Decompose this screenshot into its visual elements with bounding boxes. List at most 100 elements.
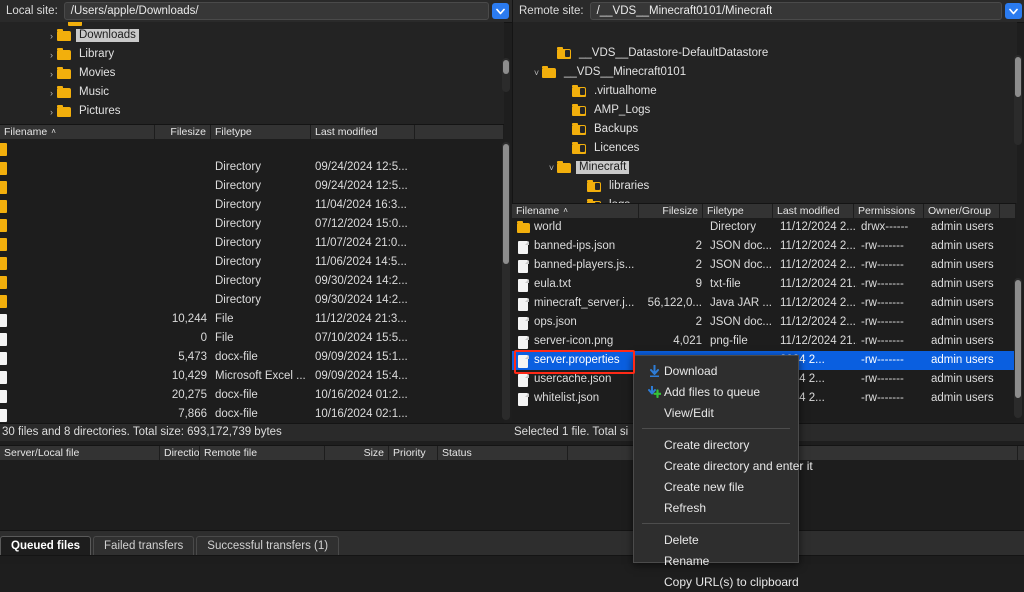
remote-path-combo[interactable]: /__VDS__Minecraft0101/Minecraft xyxy=(590,2,1002,20)
table-row[interactable]: Directory09/30/2024 14:2... xyxy=(0,291,504,310)
column-header-filename[interactable]: Filename˄ xyxy=(0,125,155,139)
table-row[interactable]: Directory09/24/2024 12:5... xyxy=(0,177,504,196)
tree-expander-icon[interactable]: › xyxy=(46,107,57,117)
column-header-filesize[interactable]: Filesize xyxy=(639,204,703,218)
menu-item-label: Download xyxy=(664,364,717,378)
table-row[interactable] xyxy=(0,139,504,158)
tree-expander-icon[interactable]: › xyxy=(46,50,57,60)
local-file-list[interactable]: Directory09/24/2024 12:5...Directory09/2… xyxy=(0,139,504,423)
table-row[interactable]: Directory09/24/2024 12:5... xyxy=(0,158,504,177)
column-header-filesize[interactable]: Filesize xyxy=(155,125,211,139)
remote-directory-tree[interactable]: __VDS__Datastore-DefaultDatastore˅__VDS_… xyxy=(512,22,1017,203)
tree-item[interactable]: ›Library xyxy=(0,45,504,64)
table-row[interactable]: Directory11/06/2024 14:5... xyxy=(0,253,504,272)
table-row[interactable]: eula.txt9txt-file11/12/2024 21...-rw----… xyxy=(512,275,1016,294)
cell-filetype: txt-file xyxy=(706,275,776,294)
cell-filename: ops.json xyxy=(530,313,642,332)
cell-filetype: Directory xyxy=(706,218,776,237)
column-header-priority[interactable]: Priority xyxy=(389,446,438,461)
table-row[interactable]: 0File07/10/2024 15:5... xyxy=(0,329,504,348)
column-header-owner-group[interactable]: Owner/Group xyxy=(924,204,1000,218)
tab-successful-transfers-1[interactable]: Successful transfers (1) xyxy=(196,536,339,556)
cell-filetype: Directory xyxy=(211,272,311,291)
tree-item[interactable]: libraries xyxy=(513,177,1017,196)
tree-expander-icon[interactable]: › xyxy=(46,88,57,98)
menu-item[interactable]: Copy URL(s) to clipboard xyxy=(634,571,798,592)
cell-filesize: 2 xyxy=(642,313,706,332)
table-row[interactable]: Directory11/07/2024 21:0... xyxy=(0,234,504,253)
table-row[interactable]: minecraft_server.j...56,122,0...Java JAR… xyxy=(512,294,1016,313)
column-header-direction[interactable]: Direction xyxy=(160,446,200,461)
local-list-scrollbar[interactable] xyxy=(502,142,510,420)
tree-item[interactable]: AMP_Logs xyxy=(513,101,1017,120)
tree-item[interactable]: .virtualhome xyxy=(513,82,1017,101)
column-header-filetype[interactable]: Filetype xyxy=(211,125,311,139)
tree-item[interactable]: ›Downloads xyxy=(0,26,504,45)
column-header-status[interactable]: Status xyxy=(438,446,568,461)
transfer-queue-list[interactable] xyxy=(0,460,1024,530)
tree-expander-icon[interactable]: ˅ xyxy=(531,68,542,78)
table-row[interactable]: 20,275docx-file10/16/2024 01:2... xyxy=(0,386,504,405)
table-row[interactable]: 10,429Microsoft Excel ...09/09/2024 15:4… xyxy=(0,367,504,386)
menu-item[interactable]: Create directory and enter it xyxy=(634,455,798,476)
column-header-spacer[interactable] xyxy=(415,125,504,139)
column-header-permissions[interactable]: Permissions xyxy=(854,204,924,218)
menu-item[interactable]: Rename xyxy=(634,550,798,571)
remote-list-scrollbar[interactable] xyxy=(1014,278,1022,418)
tab-queued-files[interactable]: Queued files xyxy=(0,536,91,556)
remote-tree-scrollbar[interactable] xyxy=(1014,55,1022,145)
local-directory-tree[interactable]: ›Downloads›Library›Movies›Music›Pictures… xyxy=(0,22,504,124)
tree-item[interactable]: ›Movies xyxy=(0,64,504,83)
tree-item-label: .virtualhome xyxy=(591,85,660,98)
local-tree-scrollbar[interactable] xyxy=(502,58,510,92)
table-row[interactable]: ops.json2JSON doc...11/12/2024 2...-rw--… xyxy=(512,313,1016,332)
cell-last-modified: 07/12/2024 15:0... xyxy=(311,215,415,234)
tree-expander-icon[interactable]: › xyxy=(46,31,57,41)
menu-item[interactable]: Add files to queue xyxy=(634,381,798,402)
table-row[interactable]: worldDirectory11/12/2024 2...drwx------a… xyxy=(512,218,1016,237)
column-header-spacer[interactable] xyxy=(1000,204,1016,218)
tab-failed-transfers[interactable]: Failed transfers xyxy=(93,536,194,556)
table-row[interactable]: 7,866docx-file10/16/2024 02:1... xyxy=(0,405,504,423)
table-row[interactable]: Directory07/12/2024 15:0... xyxy=(0,215,504,234)
column-header-server-local-file[interactable]: Server/Local file xyxy=(0,446,160,461)
menu-item[interactable]: Create directory xyxy=(634,434,798,455)
menu-item[interactable]: Refresh xyxy=(634,497,798,518)
menu-item[interactable]: Download xyxy=(634,360,798,381)
table-row[interactable]: 5,473docx-file09/09/2024 15:1... xyxy=(0,348,504,367)
cell-owner-group: admin users xyxy=(927,332,1003,351)
column-header-remote-file[interactable]: Remote file xyxy=(200,446,325,461)
tree-item[interactable]: Backups xyxy=(513,120,1017,139)
table-row[interactable]: Directory09/30/2024 14:2... xyxy=(0,272,504,291)
file-context-menu[interactable]: Download Add files to queueView/Edit Creat… xyxy=(633,355,799,563)
tree-expander-icon[interactable]: ˅ xyxy=(546,163,557,173)
column-header-last-modified[interactable]: Last modified xyxy=(311,125,415,139)
table-row[interactable]: banned-players.js...2JSON doc...11/12/20… xyxy=(512,256,1016,275)
tree-item[interactable]: ›Pictures xyxy=(0,102,504,121)
tree-item[interactable]: __VDS__Datastore-DefaultDatastore xyxy=(513,44,1017,63)
tree-item[interactable]: ˅__VDS__Minecraft0101 xyxy=(513,63,1017,82)
menu-item[interactable]: Delete xyxy=(634,529,798,550)
local-path-dropdown-button[interactable] xyxy=(492,3,509,19)
column-header-size[interactable]: Size xyxy=(325,446,389,461)
tree-item[interactable]: logs xyxy=(513,196,1017,203)
cell-permissions: -rw------- xyxy=(857,370,927,389)
remote-path-dropdown-button[interactable] xyxy=(1005,3,1022,19)
cell-owner-group: admin users xyxy=(927,218,1003,237)
tree-item[interactable]: ˅Minecraft xyxy=(513,158,1017,177)
tree-expander-icon[interactable]: › xyxy=(46,69,57,79)
menu-item[interactable]: View/Edit xyxy=(634,402,798,423)
menu-item-label: Copy URL(s) to clipboard xyxy=(664,575,799,589)
menu-item[interactable]: Create new file xyxy=(634,476,798,497)
tree-item[interactable]: ›Music xyxy=(0,83,504,102)
tree-item[interactable]: Licences xyxy=(513,139,1017,158)
local-path-combo[interactable]: /Users/apple/Downloads/ xyxy=(64,2,489,20)
table-row[interactable]: server-icon.png4,021png-file11/12/2024 2… xyxy=(512,332,1016,351)
table-row[interactable]: 10,244File11/12/2024 21:3... xyxy=(0,310,504,329)
column-header-filename[interactable]: Filename˄ xyxy=(512,204,639,218)
tree-item-label: Licences xyxy=(591,142,642,155)
column-header-filetype[interactable]: Filetype xyxy=(703,204,773,218)
column-header-last-modified[interactable]: Last modified xyxy=(773,204,854,218)
table-row[interactable]: Directory11/04/2024 16:3... xyxy=(0,196,504,215)
table-row[interactable]: banned-ips.json2JSON doc...11/12/2024 2.… xyxy=(512,237,1016,256)
